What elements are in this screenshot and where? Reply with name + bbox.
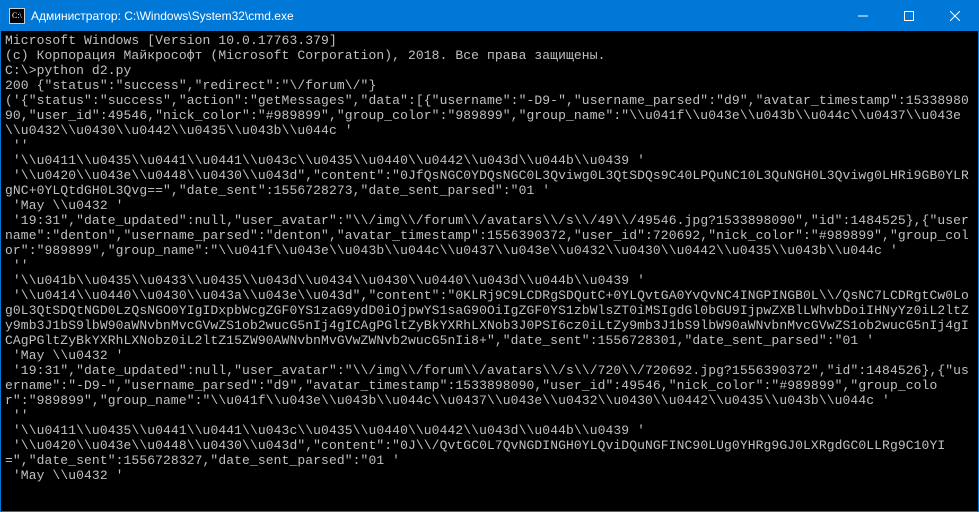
terminal-line: '\\u041b\\u0435\\u0433\\u0435\\u043d\\u0… <box>5 273 974 288</box>
window-controls <box>840 1 978 31</box>
terminal-line: (c) Корпорация Майкрософт (Microsoft Cor… <box>5 48 974 63</box>
terminal-output[interactable]: Microsoft Windows [Version 10.0.17763.37… <box>1 31 978 511</box>
terminal-line: '\\u0414\\u0440\\u0430\\u043a\\u043e\\u0… <box>5 288 974 348</box>
cmd-window: C:\ Администратор: C:\Windows\System32\c… <box>0 0 979 512</box>
terminal-line: '' <box>5 408 974 423</box>
svg-text:C:\: C:\ <box>12 11 23 20</box>
close-button[interactable] <box>932 1 978 31</box>
terminal-line: '\\u0420\\u043e\\u0448\\u0430\\u043d","c… <box>5 168 974 198</box>
terminal-line: '' <box>5 258 974 273</box>
titlebar[interactable]: C:\ Администратор: C:\Windows\System32\c… <box>1 1 978 31</box>
terminal-line: '\\u0420\\u043e\\u0448\\u0430\\u043d","c… <box>5 438 974 468</box>
terminal-line: '19:31","date_updated":null,"user_avatar… <box>5 213 974 258</box>
cmd-icon: C:\ <box>9 8 25 24</box>
terminal-line: C:\>python d2.py <box>5 63 974 78</box>
terminal-line: '' <box>5 138 974 153</box>
terminal-line: ('{"status":"success","action":"getMessa… <box>5 93 974 138</box>
terminal-line: Microsoft Windows [Version 10.0.17763.37… <box>5 33 974 48</box>
terminal-line: '\\u0411\\u0435\\u0441\\u0441\\u043c\\u0… <box>5 423 974 438</box>
terminal-line: '\\u0411\\u0435\\u0441\\u0441\\u043c\\u0… <box>5 153 974 168</box>
terminal-line: 'May \\u0432 ' <box>5 198 974 213</box>
terminal-line: 200 {"status":"success","redirect":"\/fo… <box>5 78 974 93</box>
minimize-button[interactable] <box>840 1 886 31</box>
window-title: Администратор: C:\Windows\System32\cmd.e… <box>31 9 840 23</box>
terminal-line: 'May \\u0432 ' <box>5 348 974 363</box>
terminal-line: '19:31","date_updated":null,"user_avatar… <box>5 363 974 408</box>
maximize-button[interactable] <box>886 1 932 31</box>
terminal-line: 'May \\u0432 ' <box>5 468 974 483</box>
